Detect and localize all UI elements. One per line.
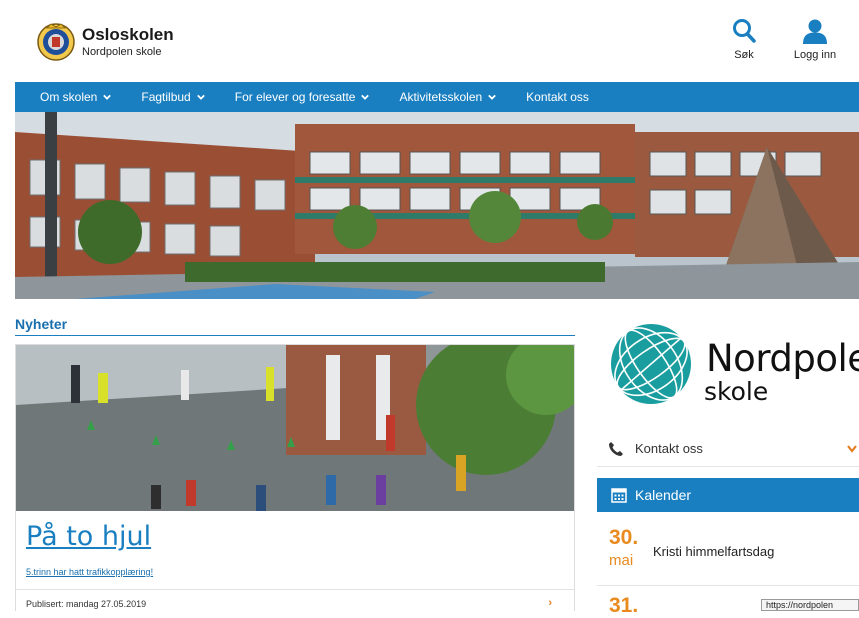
search-icon [733,19,756,43]
nav-item-label: Kontakt oss [526,90,589,104]
nav-item-kontakt-oss[interactable]: Kontakt oss [526,90,589,104]
nav-item-label: For elever og foresatte [234,90,356,104]
status-url-tooltip: https://nordpolen [761,599,859,611]
school-name: Nordpolen [706,337,859,380]
news-footer[interactable]: Publisert: mandag 27.05.2019 › [16,589,574,611]
main-nav: Om skolen Fagtilbud For elever og foresa… [15,82,859,112]
published-date: Publisert: mandag 27.05.2019 [26,599,147,609]
nav-item-fagtilbud[interactable]: Fagtilbud [141,90,205,104]
calendar-header: Kalender [597,478,859,512]
contact-accordion[interactable]: Kontakt oss [597,431,859,467]
news-divider [15,335,575,336]
user-icon [803,19,827,44]
sidebar: Nordpolen skole Kontakt oss Kalender 30.… [597,307,859,617]
nav-item-label: Aktivitetsskolen [399,90,483,104]
phone-icon [609,442,623,456]
search-button[interactable]: Søk [724,18,764,61]
brand-subtitle: Nordpolen skole [82,46,162,58]
school-name-sub: skole [704,377,769,406]
site-header: Osloskolen Nordpolen skole Søk Logg inn [0,0,859,82]
chevron-down-icon [361,94,370,100]
calendar-icon [611,488,627,503]
news-image[interactable] [16,345,574,511]
chevron-right-icon[interactable]: › [548,597,552,609]
hero-image [15,112,859,299]
oslo-logo[interactable] [37,22,75,62]
login-label: Logg inn [793,49,837,61]
calendar-heading: Kalender [635,487,692,503]
chevron-down-icon [196,94,205,100]
event-day: 30. [609,526,639,549]
event-month: mai [609,552,634,569]
event-day: 31. [609,594,639,617]
login-button[interactable]: Logg inn [785,18,845,61]
nav-item-om-skolen[interactable]: Om skolen [40,90,112,104]
nav-item-label: Om skolen [40,90,98,104]
news-title-link[interactable]: På to hjul [26,521,151,552]
nav-item-aktivitetsskolen[interactable]: Aktivitetsskolen [399,90,496,104]
nav-item-label: Fagtilbud [141,90,191,104]
news-heading: Nyheter [15,316,68,332]
contact-label: Kontakt oss [635,441,703,456]
calendar-event[interactable]: 30. mai Kristi himmelfartsdag [597,512,859,586]
event-title: Kristi himmelfartsdag [653,544,775,559]
nordpolen-globe-icon[interactable] [607,320,695,408]
news-lead-link[interactable]: 5.trinn har hatt trafikkopplæring! [26,567,153,577]
chevron-down-icon [847,445,857,453]
search-label: Søk [734,49,754,61]
brand-title[interactable]: Osloskolen [82,25,174,45]
chevron-down-icon [103,94,112,100]
chevron-down-icon [488,94,496,100]
news-card[interactable]: På to hjul 5.trinn har hatt trafikkopplæ… [15,344,575,611]
nav-item-for-elever[interactable]: For elever og foresatte [235,90,370,104]
